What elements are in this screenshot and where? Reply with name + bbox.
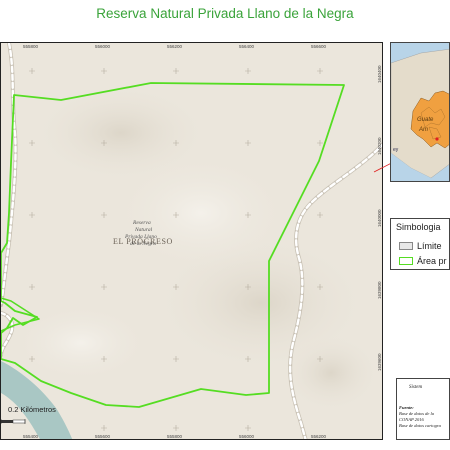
info-source-heading: Fuente: [399, 405, 414, 410]
legend-label: Límite [417, 240, 442, 251]
terrain-highlight [111, 153, 291, 273]
inset-label-ey: ey [393, 147, 399, 153]
reserve-label-line-2: Natural [135, 227, 153, 233]
x-tick-bottom: 555600 [95, 434, 111, 439]
legend-swatch-limit [399, 241, 413, 250]
reserve-label-line-4: de la Negra [130, 241, 156, 247]
info-box: Sistem Fuente: Base de datos de la CONAP… [396, 378, 450, 440]
main-map[interactable]: EL PROGRESO Reserva Natural Privada Llan… [0, 42, 383, 440]
y-tick-right: 1639600 [377, 353, 382, 371]
reserve-label-line-1: Reserva [133, 220, 151, 226]
x-tick-bottom: 556000 [239, 434, 255, 439]
y-tick-right: 1640400 [377, 65, 382, 83]
x-tick-bottom: 555800 [167, 434, 183, 439]
legend-label: Área pr [417, 255, 447, 266]
legend-title: Simbologia [396, 222, 441, 232]
x-tick-top: 556400 [239, 44, 255, 49]
y-tick-right: 1640000 [377, 209, 382, 227]
x-tick-top: 556600 [311, 44, 327, 49]
inset-map[interactable]: Guate Am ey [390, 42, 450, 182]
map-title: Reserva Natural Privada Llano de la Negr… [96, 6, 354, 21]
inset-canvas [391, 43, 449, 181]
legend: Simbologia Límite Área pr [390, 218, 450, 270]
x-tick-bottom: 556200 [311, 434, 327, 439]
x-tick-top: 556200 [167, 44, 183, 49]
info-source-line-3: Base de datos cartogra [399, 423, 441, 428]
info-source-line-1: Base de datos de la [399, 411, 434, 416]
info-source-line-2: CONAP 2016 [399, 417, 424, 422]
legend-item-limit: Límite [399, 237, 442, 251]
inset-label-guate: Guate [417, 117, 434, 123]
legend-swatch-protected [399, 256, 413, 265]
x-tick-top: 555800 [23, 44, 39, 49]
map-canvas [1, 43, 382, 439]
legend-item-protected-area: Área pr [399, 252, 447, 266]
x-tick-bottom: 555400 [23, 434, 39, 439]
y-tick-right: 1639800 [377, 281, 382, 299]
reserve-label-line-3: Privada Llano [125, 234, 157, 240]
inset-label-am: Am [419, 127, 428, 133]
info-system: Sistem [409, 385, 423, 390]
scale-label: 0.2 Kilómetros [8, 405, 56, 414]
y-tick-right: 1640200 [377, 137, 382, 155]
inset-location-marker [435, 137, 439, 141]
x-tick-top: 556000 [95, 44, 111, 49]
